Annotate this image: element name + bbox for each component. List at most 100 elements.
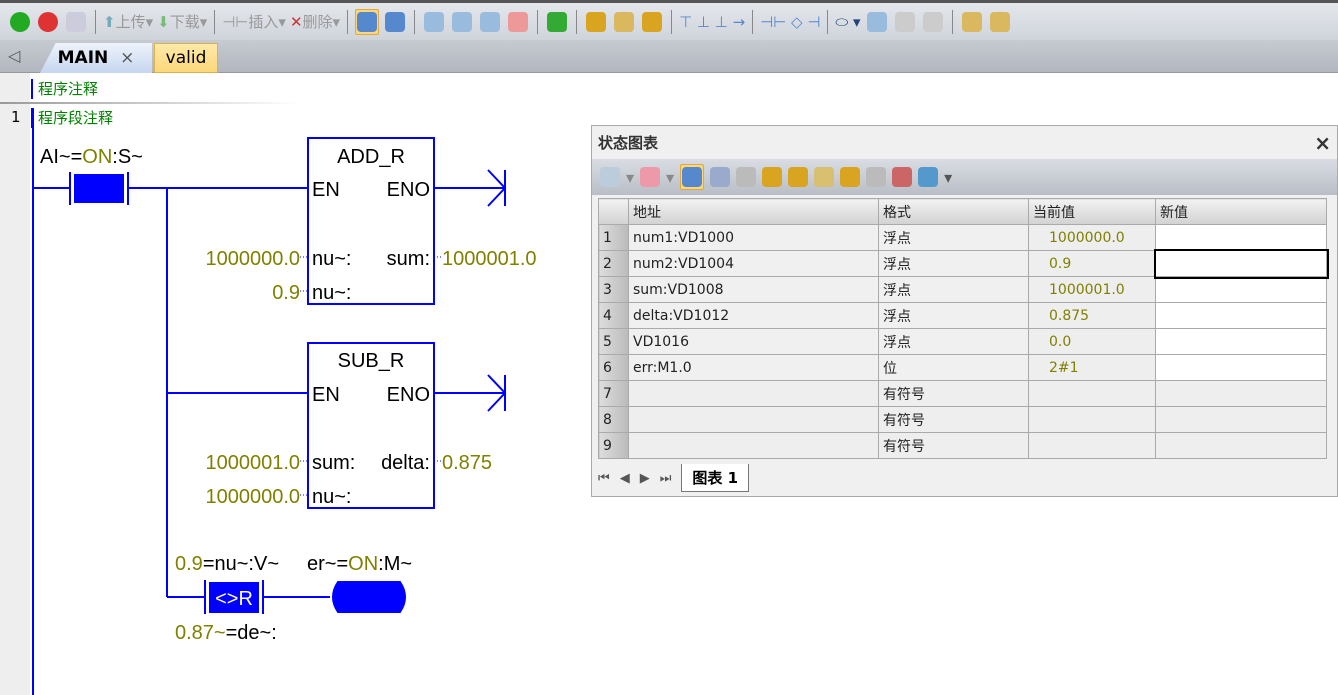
edit-icon	[894, 11, 915, 32]
table-row[interactable]: 4 delta:VD1012 浮点 0.875	[598, 302, 1327, 329]
current-value-cell	[1028, 406, 1156, 433]
clipboard-icon	[989, 11, 1010, 32]
format-cell[interactable]: 浮点	[878, 250, 1029, 277]
table-row[interactable]: 6 err:M1.0 位 2#1	[598, 354, 1327, 381]
pause-icon[interactable]	[710, 167, 731, 187]
tool-button[interactable]	[960, 9, 984, 35]
new-value-cell[interactable]	[1155, 354, 1327, 381]
trend-chart-icon[interactable]	[892, 167, 913, 187]
tool-button[interactable]: ⊤ ⊥ ⊥ →	[679, 9, 745, 35]
new-value-cell[interactable]	[1155, 224, 1327, 251]
coil-label: er~=ON:M~	[307, 553, 412, 575]
compare-bottom-label: 0.87~=de~:	[175, 622, 277, 644]
tool-button[interactable]	[865, 9, 889, 35]
address-cell[interactable]	[628, 432, 879, 459]
add-r-title: ADD_R	[337, 146, 405, 168]
table-row[interactable]: 9 有符号	[598, 432, 1327, 459]
status-chart-toolbar: ▾ ▾ ▾	[592, 159, 1337, 195]
tool-button[interactable]: ⊣⊢ ◇ ⊣	[760, 9, 820, 35]
format-cell[interactable]: 浮点	[878, 224, 1029, 251]
column-header-address[interactable]: 地址	[628, 198, 879, 225]
sub-in2-label: nu~:	[312, 486, 351, 508]
tag-icon[interactable]	[918, 167, 939, 187]
tool-button[interactable]	[988, 9, 1012, 35]
next-sheet-icon[interactable]: ▶	[640, 471, 650, 486]
tool-button[interactable]	[893, 9, 917, 35]
tool-button[interactable]	[921, 9, 945, 35]
close-icon[interactable]: ×	[1314, 131, 1331, 155]
table-row[interactable]: 2 num2:VD1004 浮点 0.9	[598, 248, 1329, 279]
binoculars-icon[interactable]	[736, 167, 757, 187]
table-row[interactable]: 8 有符号	[598, 406, 1327, 433]
first-sheet-icon[interactable]: ⏮	[598, 471, 610, 486]
address-cell[interactable]: delta:VD1012	[628, 302, 879, 329]
chart-status-button[interactable]	[680, 164, 705, 190]
new-value-cell[interactable]	[1155, 328, 1327, 355]
current-value-cell: 0.0	[1028, 328, 1156, 355]
new-value-cell[interactable]	[1155, 302, 1327, 329]
new-value-cell[interactable]	[1155, 276, 1327, 303]
separator	[671, 9, 673, 34]
add-in1-value: 1000000.0	[205, 248, 300, 270]
column-header-current[interactable]: 当前值	[1028, 198, 1156, 225]
ladder-diagram: AI~=ON:S~ ADD_R EN ENO nu~: nu~: sum: 10…	[32, 108, 537, 695]
sub-out-label: delta:	[381, 452, 430, 474]
sheet-nav: ⏮ ◀ ▶ ⏭ 图表 1	[598, 464, 750, 492]
dropdown-icon[interactable]: ▾	[626, 168, 634, 187]
current-value-cell: 0.875	[1028, 302, 1156, 329]
lock-add-icon[interactable]	[840, 167, 861, 187]
row-number: 6	[598, 354, 629, 381]
pencil-icon[interactable]	[762, 167, 783, 187]
unlock-icon[interactable]	[814, 167, 835, 187]
panel-title: 状态图表	[598, 134, 659, 152]
tag-button[interactable]: ⬭ ▾	[835, 9, 860, 35]
column-header-format[interactable]: 格式	[878, 198, 1029, 225]
format-cell[interactable]: 位	[878, 354, 1029, 381]
add-row-icon[interactable]	[600, 167, 620, 187]
address-cell[interactable]: sum:VD1008	[628, 276, 879, 303]
prev-sheet-icon[interactable]: ◀	[620, 471, 630, 486]
column-header-new[interactable]: 新值	[1155, 198, 1327, 225]
lock-icon[interactable]	[788, 167, 809, 187]
sub-in1-value: 1000001.0	[205, 452, 300, 474]
address-cell[interactable]	[628, 406, 879, 433]
address-cell[interactable]: num2:VD1004	[628, 250, 879, 277]
new-value-cell[interactable]	[1153, 248, 1329, 279]
format-cell[interactable]: 有符号	[878, 380, 1029, 407]
sub-in2-value: 1000000.0	[205, 486, 300, 508]
new-value-cell[interactable]	[1155, 432, 1327, 459]
dropdown-icon[interactable]: ▾	[944, 168, 952, 187]
unlock-button[interactable]	[612, 9, 636, 35]
address-cell[interactable]	[628, 380, 879, 407]
format-cell[interactable]: 有符号	[878, 406, 1029, 433]
status-chart-panel: 状态图表 × ▾ ▾ ▾ 地址 格式 当前值 新值 1 num1:VD1000 浮点 1000…	[591, 125, 1338, 497]
unlock-icon	[614, 11, 635, 32]
contact-normally-open[interactable]	[74, 174, 124, 203]
new-value-cell[interactable]	[1155, 380, 1327, 407]
current-value-cell: 1000000.0	[1028, 224, 1156, 251]
new-value-cell[interactable]	[1155, 406, 1327, 433]
table-row[interactable]: 7 有符号	[598, 380, 1327, 407]
key-icon	[961, 11, 982, 32]
format-cell[interactable]: 浮点	[878, 302, 1029, 329]
address-cell[interactable]: num1:VD1000	[628, 224, 879, 251]
address-cell[interactable]: VD1016	[628, 328, 879, 355]
format-cell[interactable]: 浮点	[878, 276, 1029, 303]
sheet-tab-chart-1[interactable]: 图表 1	[681, 464, 750, 492]
output-coil[interactable]	[332, 581, 406, 613]
row-number: 4	[598, 302, 629, 329]
add-eno: ENO	[387, 179, 430, 201]
address-cell[interactable]: err:M1.0	[628, 354, 879, 381]
format-cell[interactable]: 浮点	[878, 328, 1029, 355]
format-cell[interactable]: 有符号	[878, 432, 1029, 459]
lock-all-button[interactable]	[640, 9, 664, 35]
dropdown-icon[interactable]: ▾	[666, 168, 674, 187]
table-row[interactable]: 5 VD1016 浮点 0.0	[598, 328, 1327, 355]
table-header: 地址 格式 当前值 新值	[598, 198, 1327, 225]
last-sheet-icon[interactable]: ⏭	[660, 471, 672, 486]
table-row[interactable]: 1 num1:VD1000 浮点 1000000.0	[598, 224, 1327, 251]
table-row[interactable]: 3 sum:VD1008 浮点 1000001.0	[598, 276, 1327, 303]
delete-row-icon[interactable]	[640, 167, 661, 187]
read-all-icon[interactable]	[866, 167, 887, 187]
current-value-cell: 1000001.0	[1028, 276, 1156, 303]
